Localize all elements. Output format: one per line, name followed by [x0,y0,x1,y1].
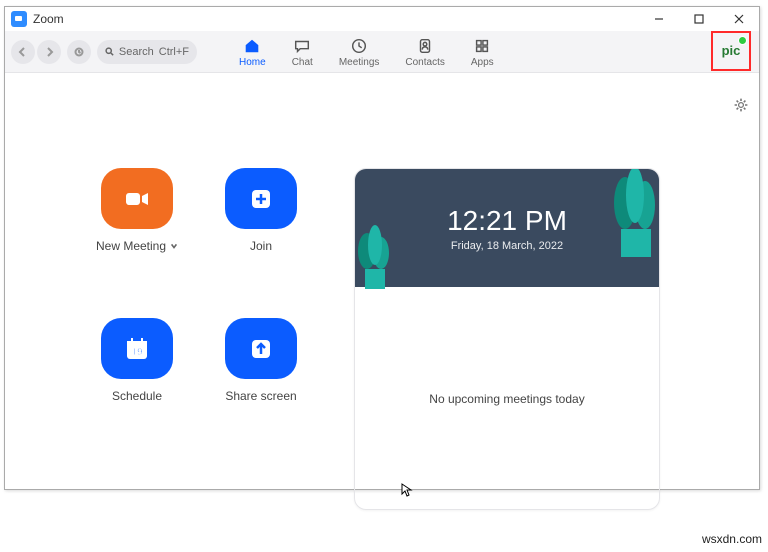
action-label-text: Join [250,239,272,253]
tab-contacts[interactable]: Contacts [405,35,444,68]
plus-icon [246,184,276,214]
schedule-tile: 19 [101,318,173,379]
app-window: Zoom Search Ctrl+F Home Chat [4,6,760,490]
close-button[interactable] [719,7,759,31]
profile-highlight: pic [711,31,751,71]
profile-avatar[interactable]: pic [717,38,745,63]
search-shortcut: Ctrl+F [159,46,189,58]
main-content: New Meeting Join 19 Schedule [5,73,759,489]
plant-decoration-left [354,223,397,289]
home-icon [243,37,261,55]
card-body: No upcoming meetings today [355,287,659,510]
tab-label: Contacts [405,57,444,68]
empty-message: No upcoming meetings today [429,392,584,406]
join-tile [225,168,297,229]
action-label-text: Share screen [225,389,296,403]
cursor-icon [400,483,414,497]
tab-label: Chat [292,57,313,68]
watermark: wsxdn.com [702,532,762,546]
window-title: Zoom [33,12,64,26]
titlebar: Zoom [5,7,759,31]
video-icon [122,184,152,214]
tab-label: Home [239,57,266,68]
plant-decoration-right [605,168,660,257]
join-action[interactable]: Join [209,113,313,253]
chat-icon [293,37,311,55]
zoom-app-icon [11,11,27,27]
share-up-icon [246,334,276,364]
search-icon [105,46,114,57]
action-panel: New Meeting Join 19 Schedule [5,113,340,489]
maximize-button[interactable] [679,7,719,31]
avatar-initials: pic [722,43,741,58]
tab-meetings[interactable]: Meetings [339,35,380,68]
contacts-icon [416,37,434,55]
tab-label: Meetings [339,57,380,68]
chevron-down-icon[interactable] [170,242,178,250]
search-input[interactable]: Search Ctrl+F [97,40,197,64]
nav-tabs: Home Chat Meetings Contacts Apps [239,35,494,68]
tab-chat[interactable]: Chat [292,35,313,68]
new-meeting-action[interactable]: New Meeting [85,113,189,253]
svg-text:19: 19 [131,347,143,358]
calendar-icon: 19 [122,334,152,364]
tab-label: Apps [471,57,494,68]
nav-history-button[interactable] [67,40,91,64]
upcoming-card: 12:21 PM Friday, 18 March, 2022 No upcom… [354,168,660,510]
action-label-text: New Meeting [96,239,166,253]
clock-date: Friday, 18 March, 2022 [451,240,563,252]
share-tile [225,318,297,379]
apps-icon [473,37,491,55]
window-controls [639,7,759,31]
clock-icon [350,37,368,55]
nav-forward-button[interactable] [37,40,61,64]
search-label: Search [119,46,154,58]
clock-time: 12:21 PM [447,205,567,237]
share-screen-action[interactable]: Share screen [209,263,313,403]
tab-apps[interactable]: Apps [471,35,494,68]
tab-home[interactable]: Home [239,35,266,68]
new-meeting-tile [101,168,173,229]
gear-icon [733,97,749,113]
card-header: 12:21 PM Friday, 18 March, 2022 [355,169,659,287]
toolbar: Search Ctrl+F Home Chat Meetings Contact… [5,31,759,73]
settings-button[interactable] [733,97,749,118]
minimize-button[interactable] [639,7,679,31]
nav-back-button[interactable] [11,40,35,64]
schedule-action[interactable]: 19 Schedule [85,263,189,403]
action-label-text: Schedule [112,389,162,403]
